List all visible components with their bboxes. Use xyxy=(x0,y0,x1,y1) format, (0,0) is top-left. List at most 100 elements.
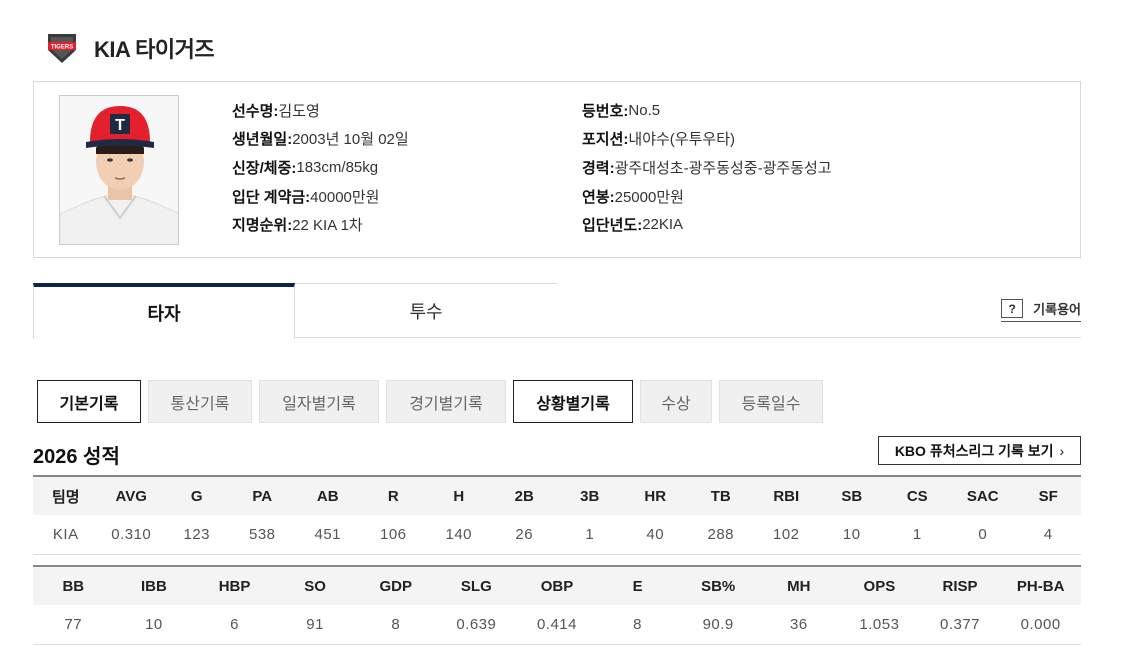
stats-table-2: BB IBB HBP SO GDP SLG OBP E SB% MH OPS R… xyxy=(33,565,1081,645)
table-cell: 0.377 xyxy=(919,605,1001,645)
stats-table-1: 팀명 AVG G PA AB R H 2B 3B HR TB RBI SB CS… xyxy=(33,475,1081,555)
table-cell: 140 xyxy=(426,515,492,555)
col-header: 팀명 xyxy=(33,475,99,515)
info-draft: 지명순위: 22 KIA 1차 xyxy=(232,217,363,235)
table-cell: 288 xyxy=(688,515,754,555)
table-cell: 6 xyxy=(194,605,275,645)
tab-batter[interactable]: 타자 xyxy=(33,283,295,339)
table-cell: 102 xyxy=(753,515,819,555)
col-header: SB xyxy=(819,475,885,515)
col-header: OBP xyxy=(516,565,598,605)
info-salary: 연봉: 25000만원 xyxy=(582,188,684,206)
table-cell: 451 xyxy=(295,515,361,555)
season-title: 2026 성적 xyxy=(33,446,120,468)
col-header: AVG xyxy=(98,475,164,515)
subtab-daily[interactable]: 일자별기록 xyxy=(259,380,379,423)
info-number: 등번호: No.5 xyxy=(582,101,661,120)
info-height-weight: 신장/체중: 183cm/85kg xyxy=(232,158,379,177)
col-header: SAC xyxy=(950,475,1016,515)
table-cell: 123 xyxy=(164,515,230,555)
col-header: HR xyxy=(622,475,688,515)
col-header: SLG xyxy=(436,565,517,605)
col-header: CS xyxy=(884,475,950,515)
player-profile: T 선수명: 김도영 생년월일: 2003년 10월 02일 신장/체중: 18… xyxy=(33,81,1081,258)
team-name: KIA 타이거즈 xyxy=(94,37,215,62)
subtab-career[interactable]: 통산기록 xyxy=(148,380,252,423)
col-header: SB% xyxy=(677,565,759,605)
subtab-awards[interactable]: 수상 xyxy=(640,380,712,423)
table-cell: 8 xyxy=(597,605,678,645)
team-header: TIGERS KIA 타이거즈 xyxy=(44,30,215,66)
tab-pitcher[interactable]: 투수 xyxy=(295,283,557,338)
table-cell: 1 xyxy=(884,515,950,555)
table-cell: 77 xyxy=(33,605,114,645)
col-header: 3B xyxy=(557,475,623,515)
table-cell: 26 xyxy=(491,515,557,555)
table-cell: 106 xyxy=(360,515,426,555)
player-info-right: 등번호: No.5 포지션: 내야수(우투우타) 경력: 광주대성초-광주동성중… xyxy=(582,96,832,239)
tigers-logo-icon: TIGERS xyxy=(44,30,80,66)
col-header: AB xyxy=(295,475,361,515)
futures-button-label: KBO 퓨처스리그 기록 보기 xyxy=(894,442,1054,459)
col-header: SF xyxy=(1015,475,1081,515)
col-header: IBB xyxy=(113,565,195,605)
player-photo: T xyxy=(59,95,179,245)
col-header: HBP xyxy=(194,565,275,605)
svg-text:T: T xyxy=(115,117,125,134)
table-cell: 10 xyxy=(819,515,885,555)
table-cell: 10 xyxy=(113,605,195,645)
help-icon: ? xyxy=(1001,299,1024,318)
col-header: PA xyxy=(229,475,295,515)
table-cell: 40 xyxy=(622,515,688,555)
col-header: BB xyxy=(33,565,114,605)
subtab-game[interactable]: 경기별기록 xyxy=(386,380,506,423)
col-header: TB xyxy=(688,475,754,515)
table-cell: 90.9 xyxy=(677,605,759,645)
table-cell: 36 xyxy=(758,605,840,645)
table-row: 77 10 6 91 8 0.639 0.414 8 90.9 36 1.053… xyxy=(33,605,1081,645)
table-cell: 0.000 xyxy=(1000,605,1081,645)
table-cell: 0.639 xyxy=(436,605,517,645)
col-header: E xyxy=(597,565,678,605)
col-header: PH-BA xyxy=(1000,565,1081,605)
table-cell: 538 xyxy=(229,515,295,555)
chevron-right-icon: › xyxy=(1059,442,1065,459)
info-join-year: 입단년도: 22KIA xyxy=(582,216,684,235)
table-cell: KIA xyxy=(33,515,99,555)
table-row: KIA 0.310 123 538 451 106 140 26 1 40 28… xyxy=(33,515,1081,555)
subtab-situation[interactable]: 상황별기록 xyxy=(513,380,633,423)
col-header: RISP xyxy=(919,565,1001,605)
player-info-left: 선수명: 김도영 생년월일: 2003년 10월 02일 신장/체중: 183c… xyxy=(232,96,409,239)
table-cell: 1 xyxy=(557,515,623,555)
col-header: H xyxy=(426,475,492,515)
table-cell: 0 xyxy=(950,515,1016,555)
col-header: 2B xyxy=(491,475,557,515)
info-birthdate: 생년월일: 2003년 10월 02일 xyxy=(232,131,409,149)
table-cell: 4 xyxy=(1015,515,1081,555)
glossary-link[interactable]: ? 기록용어 xyxy=(1001,299,1081,322)
info-signing-bonus: 입단 계약금: 40000만원 xyxy=(232,188,380,206)
col-header: G xyxy=(164,475,230,515)
subtab-registration[interactable]: 등록일수 xyxy=(719,380,823,423)
table-cell: 0.414 xyxy=(516,605,598,645)
table-cell: 91 xyxy=(274,605,356,645)
table-header-row: 팀명 AVG G PA AB R H 2B 3B HR TB RBI SB CS… xyxy=(33,475,1081,515)
futures-league-button[interactable]: KBO 퓨처스리그 기록 보기 › xyxy=(878,436,1081,465)
col-header: SO xyxy=(274,565,356,605)
svg-text:TIGERS: TIGERS xyxy=(51,45,73,51)
main-tabs: 타자 투수 ? 기록용어 xyxy=(33,283,1081,339)
col-header: GDP xyxy=(355,565,437,605)
table-cell: 8 xyxy=(355,605,437,645)
table-cell: 1.053 xyxy=(839,605,920,645)
col-header: OPS xyxy=(839,565,920,605)
info-career: 경력: 광주대성초-광주동성중-광주동성고 xyxy=(582,159,832,177)
col-header: MH xyxy=(758,565,840,605)
subtab-basic[interactable]: 기본기록 xyxy=(37,380,141,423)
col-header: RBI xyxy=(753,475,819,515)
info-name: 선수명: 김도영 xyxy=(232,102,320,120)
glossary-label: 기록용어 xyxy=(1033,302,1081,317)
info-position: 포지션: 내야수(우투우타) xyxy=(582,131,735,149)
table-header-row: BB IBB HBP SO GDP SLG OBP E SB% MH OPS R… xyxy=(33,565,1081,605)
table-cell: 0.310 xyxy=(98,515,164,555)
col-header: R xyxy=(360,475,426,515)
